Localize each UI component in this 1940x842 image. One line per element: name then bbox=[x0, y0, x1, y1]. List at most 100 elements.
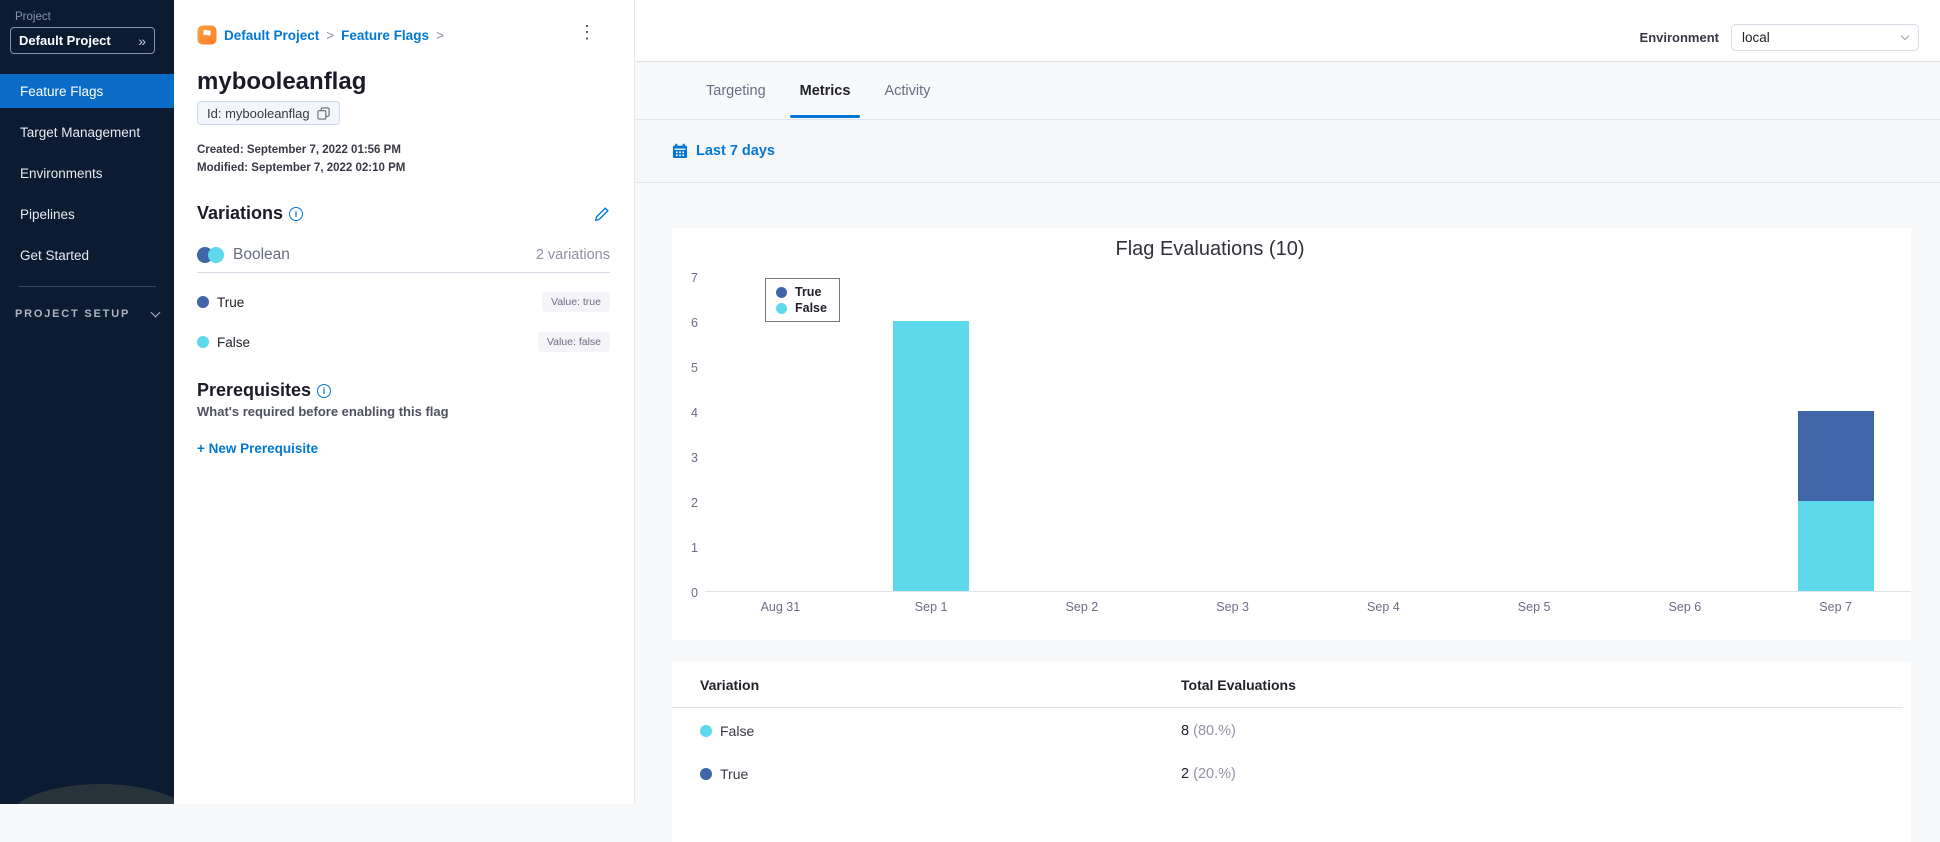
chevron-down-icon bbox=[150, 307, 161, 318]
breadcrumb-separator: > bbox=[326, 27, 335, 43]
flag-title: mybooleanflag bbox=[197, 68, 367, 95]
x-tick-label: Aug 31 bbox=[760, 600, 801, 614]
variation-row-true: True Value: true bbox=[197, 292, 610, 312]
true-variation-dot bbox=[197, 296, 209, 308]
variation-type-label: Boolean bbox=[233, 246, 290, 263]
prerequisites-heading: Prerequisites i bbox=[197, 380, 332, 401]
column-header-variation: Variation bbox=[700, 676, 760, 693]
breadcrumb-separator: > bbox=[435, 27, 444, 43]
chart-bar-slot bbox=[1760, 277, 1911, 591]
tab-activity[interactable]: Activity bbox=[878, 62, 936, 119]
sidebar-item-label: Pipelines bbox=[20, 206, 75, 222]
main-content: Environment local Targeting Metrics Acti… bbox=[635, 0, 1940, 842]
prerequisites-heading-text: Prerequisites bbox=[197, 380, 312, 400]
tab-metrics[interactable]: Metrics bbox=[789, 62, 861, 119]
bar-segment-false bbox=[1797, 501, 1874, 591]
date-filter-band: Last 7 days bbox=[635, 119, 1940, 183]
flag-evaluations-chart-card: Flag Evaluations (10) 0 1 2 3 4 5 6 7 Aug 31 Sep… bbox=[672, 228, 1911, 640]
flag-created-date: Created: September 7, 2022 01:56 PM bbox=[197, 144, 401, 156]
project-setup-toggle[interactable]: PROJECT SETUP bbox=[15, 307, 161, 320]
boolean-toggle-icon bbox=[197, 247, 224, 263]
chart-bar-slot bbox=[856, 277, 1007, 591]
sidebar-item-pipelines[interactable]: Pipelines bbox=[0, 197, 174, 231]
sidebar-item-environments[interactable]: Environments bbox=[0, 156, 174, 190]
legend-label: True bbox=[795, 285, 822, 299]
evaluation-percent: (20.%) bbox=[1193, 765, 1236, 782]
legend-label: False bbox=[795, 301, 827, 315]
sidebar-item-feature-flags[interactable]: Feature Flags bbox=[0, 74, 174, 108]
project-setup-label: PROJECT SETUP bbox=[15, 308, 131, 320]
variation-cell: True bbox=[720, 765, 749, 782]
flag-id-text: Id: mybooleanflag bbox=[207, 105, 310, 121]
y-tick-label: 3 bbox=[691, 451, 698, 465]
table-header-row: Variation Total Evaluations bbox=[700, 662, 1911, 707]
bar-segment-true bbox=[1797, 411, 1874, 501]
project-label: Project bbox=[15, 11, 51, 23]
y-tick-label: 1 bbox=[691, 541, 698, 555]
true-variation-dot bbox=[700, 767, 712, 780]
false-variation-dot bbox=[197, 336, 209, 348]
evaluations-cell: 2 (20.%) bbox=[1181, 766, 1236, 782]
y-tick-label: 5 bbox=[691, 361, 698, 375]
project-expand-icon[interactable]: » bbox=[138, 33, 146, 49]
environment-value: local bbox=[1742, 29, 1770, 45]
divider bbox=[672, 707, 1903, 708]
y-tick-label: 6 bbox=[691, 316, 698, 330]
flag-modified-date: Modified: September 7, 2022 02:10 PM bbox=[197, 162, 406, 174]
help-bubble-shape bbox=[8, 784, 174, 804]
tab-targeting[interactable]: Targeting bbox=[700, 62, 772, 119]
flag-id-chip: Id: mybooleanflag bbox=[197, 101, 340, 125]
info-icon[interactable]: i bbox=[289, 206, 304, 221]
date-range-button[interactable]: Last 7 days bbox=[672, 143, 775, 159]
legend-item: False bbox=[776, 300, 827, 316]
evaluations-cell: 8 (80.%) bbox=[1181, 723, 1236, 739]
x-tick-label: Sep 1 bbox=[914, 600, 948, 614]
evaluation-percent: (80.%) bbox=[1193, 722, 1236, 739]
y-tick-label: 7 bbox=[691, 271, 698, 285]
calendar-icon bbox=[673, 143, 687, 158]
variations-heading: Variations i bbox=[197, 203, 304, 224]
x-tick-label: Sep 6 bbox=[1668, 600, 1702, 614]
legend-dot bbox=[776, 286, 787, 298]
breadcrumb-project-link[interactable]: Default Project bbox=[224, 28, 319, 43]
new-prerequisite-button[interactable]: + New Prerequisite bbox=[197, 441, 318, 456]
sidebar-item-label: Environments bbox=[20, 165, 103, 181]
y-tick-label: 4 bbox=[691, 406, 698, 420]
sidebar-item-target-management[interactable]: Target Management bbox=[0, 115, 174, 149]
chart-bar-slot bbox=[1610, 277, 1761, 591]
edit-variations-button[interactable] bbox=[594, 206, 610, 222]
evaluation-count: 8 bbox=[1181, 722, 1190, 739]
breadcrumb: Default Project > Feature Flags > bbox=[197, 25, 444, 45]
date-range-label: Last 7 days bbox=[696, 143, 775, 159]
sidebar-divider bbox=[18, 286, 156, 287]
breadcrumb-feature-flags-link[interactable]: Feature Flags bbox=[341, 28, 429, 43]
info-icon[interactable]: i bbox=[317, 383, 332, 398]
flag-detail-panel: Default Project > Feature Flags > ⋮ mybo… bbox=[174, 0, 635, 804]
sidebar-item-label: Target Management bbox=[20, 124, 141, 140]
x-tick-label: Sep 5 bbox=[1517, 600, 1551, 614]
column-header-total-evaluations: Total Evaluations bbox=[1181, 676, 1296, 693]
chart-bar-slot bbox=[705, 277, 856, 591]
x-tick-label: Sep 3 bbox=[1216, 600, 1249, 614]
divider bbox=[197, 272, 610, 273]
sidebar-item-label: Get Started bbox=[20, 247, 90, 263]
chart-bar-slot bbox=[1007, 277, 1158, 591]
prerequisites-description: What's required before enabling this fla… bbox=[197, 404, 449, 419]
chevron-down-icon bbox=[1900, 31, 1910, 41]
pencil-icon bbox=[594, 206, 609, 221]
chart-x-axis: Aug 31 Sep 1 Sep 2 Sep 3 Sep 4 Sep 5 Sep 6 Sep … bbox=[705, 600, 1911, 614]
environment-select[interactable]: local bbox=[1731, 23, 1919, 51]
bar-segment-false bbox=[893, 321, 970, 591]
sidebar-item-get-started[interactable]: Get Started bbox=[0, 238, 174, 272]
false-variation-dot bbox=[700, 724, 712, 737]
copy-icon[interactable] bbox=[316, 106, 330, 120]
project-selector[interactable]: Default Project » bbox=[10, 27, 155, 54]
chart-legend: True False bbox=[765, 278, 840, 322]
chart-bar-slot bbox=[1459, 277, 1610, 591]
variation-count: 2 variations bbox=[535, 247, 610, 263]
x-tick-label: Sep 7 bbox=[1819, 600, 1852, 614]
legend-dot bbox=[776, 302, 787, 314]
evaluations-table-card: Variation Total Evaluations False 8 (80.… bbox=[672, 662, 1911, 842]
flag-options-menu-button[interactable]: ⋮ bbox=[578, 22, 596, 42]
sidebar-item-label: Feature Flags bbox=[20, 83, 104, 99]
